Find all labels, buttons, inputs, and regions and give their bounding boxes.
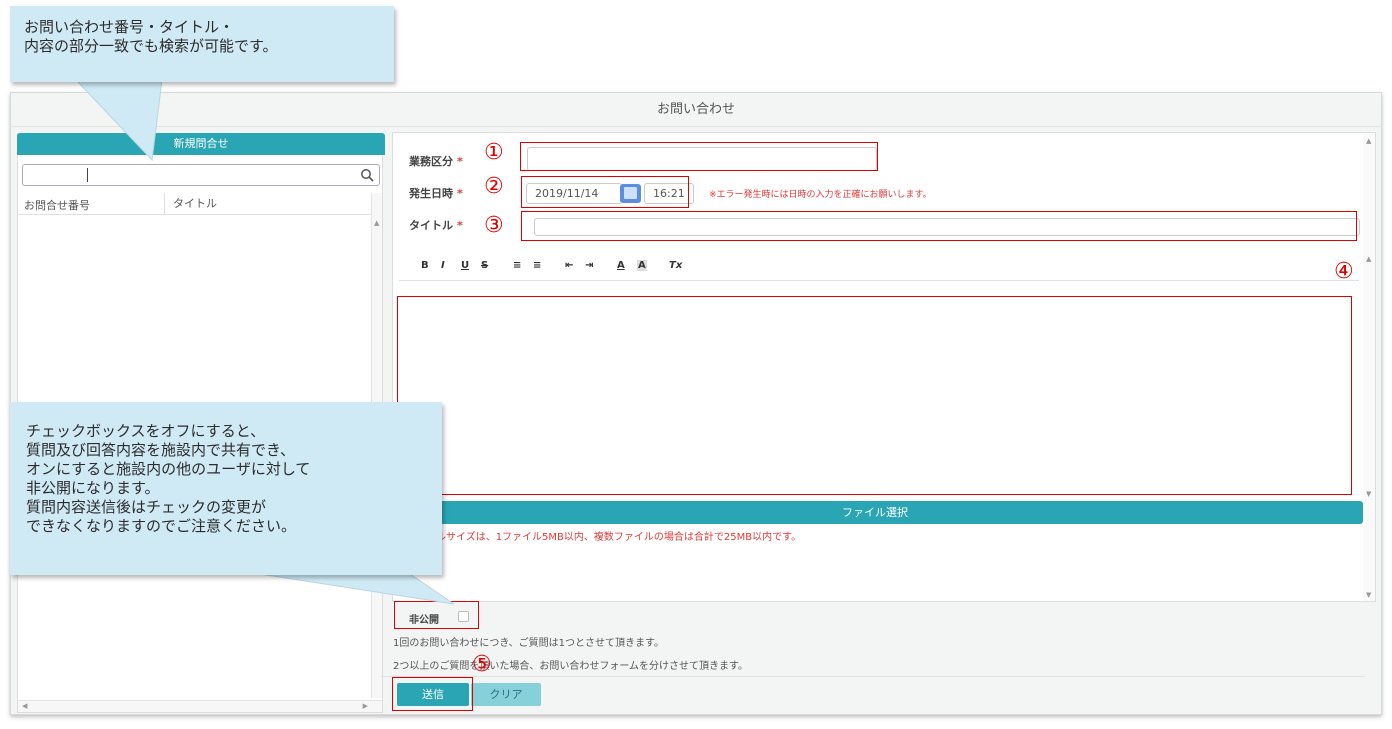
editor-toolbar: B I U S ≡ ≡ ⇤ ⇥ A A Tx: [399, 251, 1359, 281]
outdent-icon[interactable]: ⇤: [565, 260, 573, 271]
clear-button[interactable]: クリア: [471, 683, 541, 706]
note-multiple-questions: 2つ以上のご質問を頂いた場合、お問い合わせフォームを分けさせて頂きます。: [393, 661, 749, 672]
ordered-list-icon[interactable]: ≡: [513, 260, 521, 271]
marker-2: ②: [484, 174, 504, 199]
highlight-icon[interactable]: A: [637, 260, 647, 271]
list-horizontal-scrollbar[interactable]: ◀ ▶: [18, 700, 382, 712]
editor-scroll-up-icon[interactable]: ▲: [1366, 255, 1371, 263]
highlight-box-3: [521, 211, 1357, 241]
marker-1: ①: [484, 140, 504, 165]
business-category-label: 業務区分 *: [409, 155, 463, 168]
file-select-button[interactable]: ファイル選択: [387, 501, 1363, 524]
editor-scroll-down-icon[interactable]: ▼: [1366, 490, 1371, 498]
title-label: タイトル *: [409, 219, 463, 232]
column-title[interactable]: タイトル: [164, 193, 217, 215]
form-scrollbar[interactable]: ▲ ▲ ▼ ▼: [1363, 133, 1375, 601]
search-help-callout: お問い合わせ番号・タイトル・ 内容の部分一致でも検索が可能です。: [10, 6, 394, 82]
bold-button[interactable]: B: [421, 260, 429, 271]
search-icon[interactable]: [360, 168, 374, 182]
highlight-box-1: [520, 142, 878, 171]
scroll-up-icon[interactable]: ▲: [374, 219, 379, 227]
search-input[interactable]: [22, 164, 380, 186]
marker-5: ⑤: [472, 652, 492, 677]
scroll-up-icon[interactable]: ▲: [1366, 137, 1371, 145]
clear-format-icon[interactable]: Tx: [669, 260, 682, 271]
font-color-icon[interactable]: A: [617, 260, 625, 271]
new-inquiry-button[interactable]: 新規問合せ: [17, 133, 385, 155]
underline-button[interactable]: U: [461, 260, 469, 271]
file-size-note: 能なファイルサイズは、1ファイル5MB以内、複数ファイルの場合は合計で25MB以…: [386, 532, 802, 543]
column-inquiry-number[interactable]: お問合せ番号: [24, 197, 90, 213]
text-caret: [87, 168, 88, 182]
private-help-callout: チェックボックスをオフにすると、 質問及び回答内容を施設内で共有でき、 オンにす…: [10, 402, 442, 575]
indent-icon[interactable]: ⇥: [585, 260, 593, 271]
marker-4: ④: [1334, 259, 1354, 284]
datetime-error-note: ※エラー発生時には日時の入力を正確にお願いします。: [709, 190, 932, 200]
window-title: お問い合わせ: [11, 93, 1381, 127]
italic-button[interactable]: I: [441, 260, 445, 271]
scroll-left-icon[interactable]: ◀: [22, 702, 27, 710]
scroll-right-icon[interactable]: ▶: [363, 702, 368, 710]
list-header: お問合せ番号 タイトル: [18, 193, 373, 215]
highlight-box-5: [392, 677, 473, 711]
highlight-box-private: [394, 601, 479, 629]
strikethrough-button[interactable]: S: [481, 260, 488, 271]
highlight-box-4: [397, 296, 1352, 495]
highlight-box-2: [521, 176, 689, 208]
scroll-down-icon[interactable]: ▼: [1366, 591, 1371, 599]
bullet-list-icon[interactable]: ≡: [533, 260, 541, 271]
marker-3: ③: [484, 213, 504, 238]
occurrence-datetime-label: 発生日時 *: [409, 187, 463, 200]
divider: [381, 676, 1365, 677]
note-one-question: 1回のお問い合わせにつき、ご質問は1つとさせて頂きます。: [393, 638, 665, 649]
